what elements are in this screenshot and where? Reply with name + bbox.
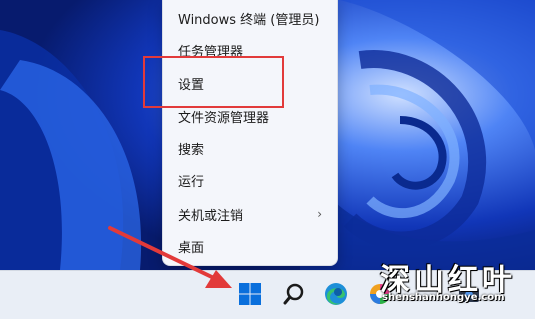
- search-icon[interactable]: [280, 280, 308, 308]
- watermark-url: shenshanhongye.com: [382, 292, 505, 303]
- edge-browser-icon[interactable]: [322, 280, 350, 308]
- site-watermark: 深山红叶 shenshanhongye.com: [380, 255, 535, 315]
- windows-start-icon[interactable]: [236, 280, 264, 308]
